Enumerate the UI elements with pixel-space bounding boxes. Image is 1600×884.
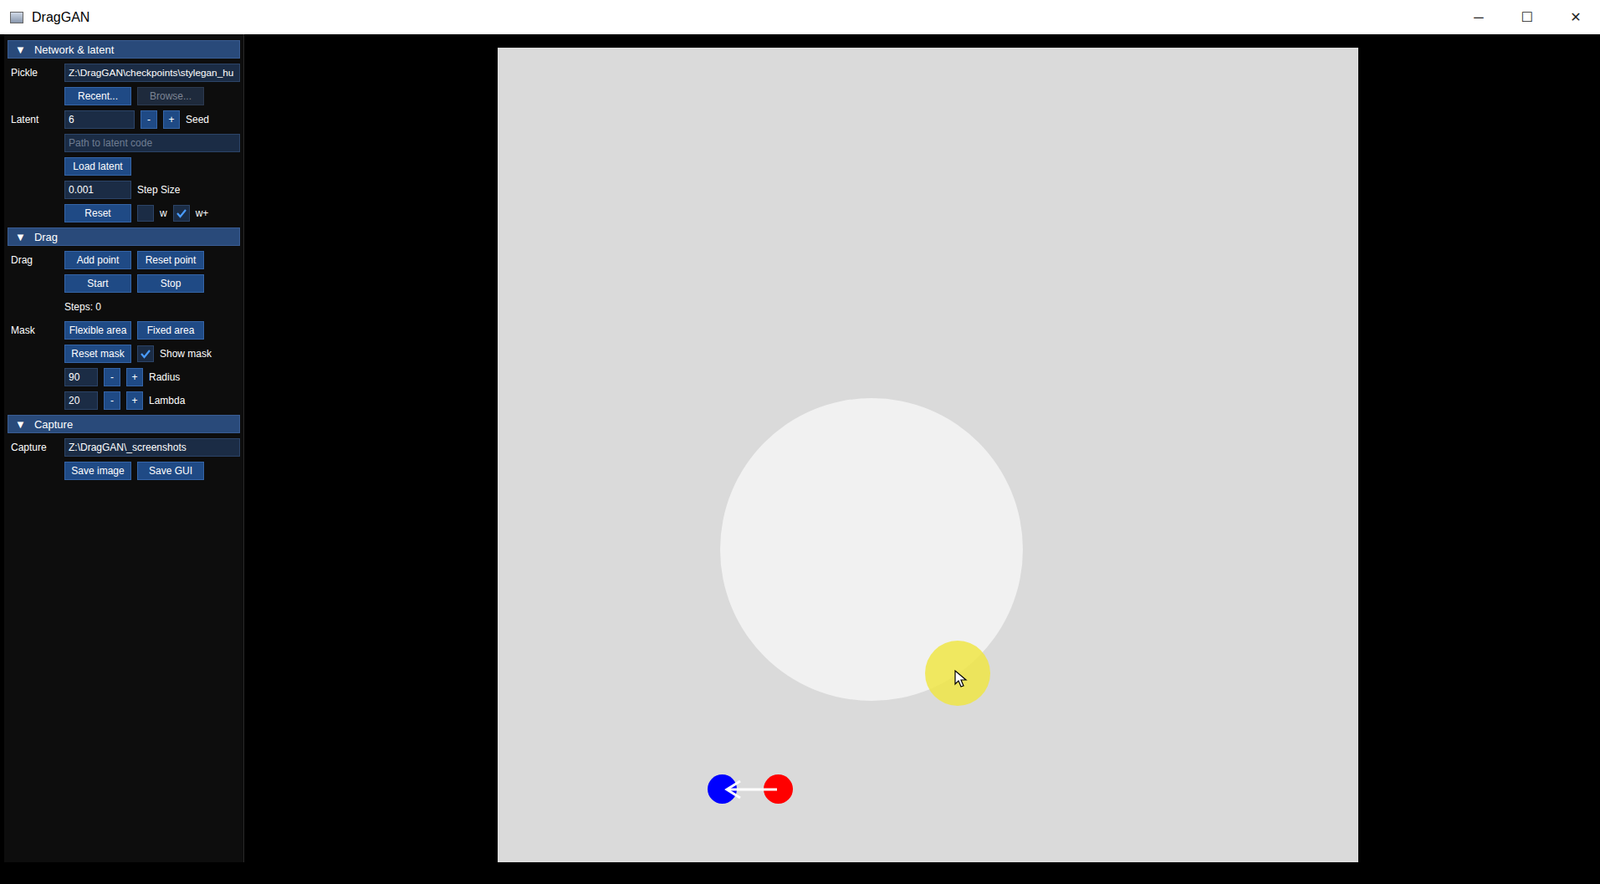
drag-section: Drag Add pointReset point Start Stop Steps: … <box>7 250 241 410</box>
latent-label: Latent <box>10 113 59 126</box>
load-latent-button[interactable]: Load latent <box>64 157 132 176</box>
seed-plus-button[interactable]: + <box>163 110 180 129</box>
reset-button[interactable]: Reset <box>64 204 132 223</box>
drag-label: Drag <box>10 254 59 266</box>
collapse-icon: ▼ <box>15 43 26 57</box>
capture-header[interactable]: ▼Capture <box>7 414 241 434</box>
spinner-label: Radius <box>148 371 180 384</box>
latent-space-label: w <box>159 207 168 220</box>
browse-button: Browse... <box>137 86 205 106</box>
drag-button[interactable]: Start <box>64 274 132 293</box>
window-control[interactable]: ✕ <box>1551 5 1600 29</box>
collapse-icon: ▼ <box>15 230 26 244</box>
reset-mask-button[interactable]: Reset mask <box>64 344 132 363</box>
step-size-label: Step Size <box>137 184 180 196</box>
collapse-icon: ▼ <box>15 418 26 431</box>
drag-button[interactable]: Reset point <box>137 250 205 270</box>
latent-space-label: w+ <box>195 207 210 220</box>
seed-minus-button[interactable]: - <box>140 110 158 129</box>
drag-arrow-icon <box>721 776 781 803</box>
window-title: DragGAN <box>31 10 1455 26</box>
seed-label: Seed <box>185 113 210 126</box>
network-header[interactable]: ▼Network & latent <box>7 40 241 59</box>
check-icon <box>139 347 152 360</box>
latent-space-checkbox[interactable] <box>173 204 190 222</box>
pickle-label: Pickle <box>10 66 59 79</box>
spinner-field[interactable]: 20 <box>64 391 98 410</box>
mask-button[interactable]: Fixed area <box>137 321 205 340</box>
network-section: Pickle Z:\DragGAN\checkpoints\stylegan_hu… <box>7 62 241 223</box>
drag-button[interactable]: Stop <box>137 274 205 293</box>
capture-button[interactable]: Save GUI <box>137 461 205 481</box>
app-icon <box>10 11 24 24</box>
control-panel: ▼Network & latent Pickle Z:\DragGAN\checkp… <box>4 34 245 863</box>
generated-image[interactable] <box>497 47 1359 863</box>
capture-section: Capture Z:\DragGAN\_screenshots Save image… <box>7 437 241 481</box>
drag-header[interactable]: ▼Drag <box>7 227 241 246</box>
step-size-field[interactable]: 0.001 <box>64 180 132 200</box>
spinner-minus-button[interactable]: - <box>103 368 121 387</box>
app-window: DragGAN─☐✕ ▼Network & latent Pickle Z:\Drag… <box>0 0 1600 884</box>
latent-path-field[interactable]: Path to latent code <box>64 133 241 153</box>
spinner-field[interactable]: 90 <box>64 368 98 387</box>
capture-button[interactable]: Save image <box>64 461 132 481</box>
window-control[interactable]: ─ <box>1454 6 1503 29</box>
capture-label: Capture <box>10 441 59 454</box>
latent-space-checkbox[interactable] <box>137 204 154 222</box>
recent-button[interactable]: Recent... <box>64 86 132 106</box>
spinner-label: Lambda <box>148 394 185 407</box>
mask-button[interactable]: Flexible area <box>64 321 132 340</box>
spinner-plus-button[interactable]: + <box>126 391 144 410</box>
title-bar: DragGAN─☐✕ <box>0 0 1600 35</box>
seed-field[interactable]: 6 <box>64 110 135 129</box>
pickle-field[interactable]: Z:\DragGAN\checkpoints\stylegan_hu <box>64 63 241 82</box>
capture-path-field[interactable]: Z:\DragGAN\_screenshots <box>64 438 241 457</box>
spinner-plus-button[interactable]: + <box>126 368 144 387</box>
show-mask-label: Show mask <box>159 347 212 360</box>
spinner-minus-button[interactable]: - <box>103 391 121 410</box>
mask-label: Mask <box>10 324 59 337</box>
window-control[interactable]: ☐ <box>1502 5 1552 29</box>
check-icon <box>175 207 188 220</box>
mouse-cursor-icon <box>954 669 968 689</box>
show-mask-checkbox[interactable] <box>137 345 154 363</box>
drag-button[interactable]: Add point <box>64 250 132 270</box>
steps-counter: Steps: 0 <box>64 301 102 313</box>
